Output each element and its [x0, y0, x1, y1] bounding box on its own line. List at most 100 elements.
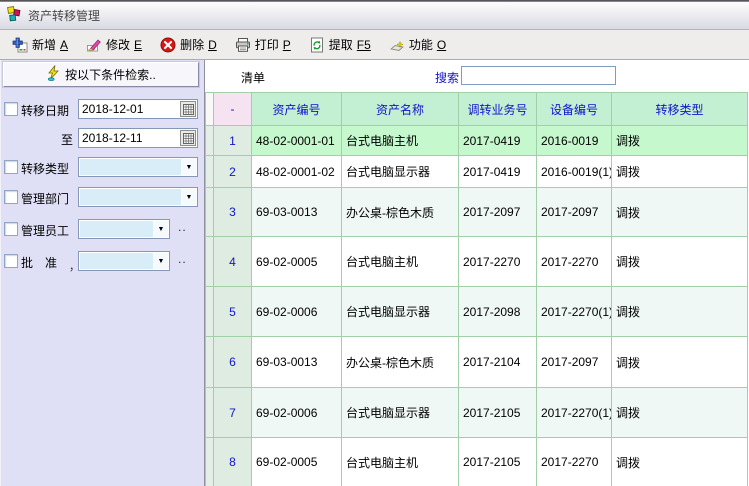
cell-asset_id[interactable]: 69-03-0013: [252, 188, 342, 237]
department-value: [80, 189, 181, 205]
table-row[interactable]: 669-03-0013办公桌-棕色木质2017-21042017-2097调拨: [206, 337, 748, 388]
table-row[interactable]: 769-02-0006台式电脑显示器2017-21052017-2270(1)调…: [206, 388, 748, 438]
cell-device_no[interactable]: 2017-2270: [537, 438, 612, 486]
print-icon: [235, 37, 251, 53]
cell-biz_no[interactable]: 2017-0419: [459, 126, 537, 156]
cell-asset_name[interactable]: 办公桌-棕色木质: [342, 188, 459, 237]
cell-asset_id[interactable]: 69-03-0013: [252, 337, 342, 388]
cell-asset_id[interactable]: 48-02-0001-01: [252, 126, 342, 156]
cell-asset_id[interactable]: 48-02-0001-02: [252, 156, 342, 188]
chevron-down-icon[interactable]: ▼: [154, 221, 168, 237]
asset-transfer-table: - 资产编号 资产名称 调转业务号 设备编号 转移类型 148-02-0001-…: [205, 92, 748, 486]
edit-button-label: 修改: [106, 36, 130, 53]
cell-biz_no[interactable]: 2017-2097: [459, 188, 537, 237]
approval-label: 批 准: [21, 254, 57, 271]
search-input[interactable]: [461, 66, 616, 85]
hotkey: A: [60, 38, 68, 52]
table-row[interactable]: 369-03-0013办公桌-棕色木质2017-20972017-2097调拨: [206, 188, 748, 237]
cell-device_no[interactable]: 2017-2270: [537, 237, 612, 287]
filter-row-date-to: 至: [0, 128, 204, 148]
cell-type[interactable]: 调拨: [612, 126, 748, 156]
cell-type[interactable]: 调拨: [612, 287, 748, 337]
employee-label: 管理员工: [21, 222, 69, 239]
chevron-down-icon[interactable]: ▼: [154, 253, 168, 269]
cell-num[interactable]: 5: [214, 287, 252, 337]
filter-sidebar: 按以下条件检索.. 转移日期 至: [0, 60, 205, 486]
cell-asset_name[interactable]: 办公桌-棕色木质: [342, 337, 459, 388]
cell-device_no[interactable]: 2017-2270(1): [537, 388, 612, 438]
cell-type[interactable]: 调拨: [612, 337, 748, 388]
cell-num[interactable]: 4: [214, 237, 252, 287]
col-header-device-no[interactable]: 设备编号: [537, 93, 612, 126]
department-dropdown[interactable]: ▼: [78, 187, 198, 207]
cell-asset_id[interactable]: 69-02-0005: [252, 438, 342, 486]
cell-device_no[interactable]: 2017-2097: [537, 188, 612, 237]
col-header-dash[interactable]: -: [214, 93, 252, 126]
delete-button[interactable]: 删除D: [153, 34, 224, 55]
extract-button[interactable]: 提取F5: [302, 34, 378, 55]
cell-num[interactable]: 8: [214, 438, 252, 486]
delete-icon: [160, 37, 176, 53]
approval-dropdown[interactable]: ▼: [78, 251, 170, 271]
cell-num[interactable]: 3: [214, 188, 252, 237]
cell-device_no[interactable]: 2017-2270(1): [537, 287, 612, 337]
cell-type[interactable]: 调拨: [612, 438, 748, 486]
cell-asset_name[interactable]: 台式电脑主机: [342, 438, 459, 486]
date-from-checkbox[interactable]: [4, 102, 18, 116]
search-by-criteria-button[interactable]: 按以下条件检索..: [3, 62, 199, 87]
cell-num[interactable]: 2: [214, 156, 252, 188]
cell-biz_no[interactable]: 2017-0419: [459, 156, 537, 188]
table-row[interactable]: 569-02-0006台式电脑显示器2017-20982017-2270(1)调…: [206, 287, 748, 337]
employee-dropdown[interactable]: ▼: [78, 219, 170, 239]
chevron-down-icon[interactable]: ▼: [182, 189, 196, 205]
add-button[interactable]: 新增A: [5, 34, 75, 55]
edit-button[interactable]: 修改E: [79, 34, 149, 55]
date-from-calendar-button[interactable]: [180, 101, 196, 117]
cell-device_no[interactable]: 2017-2097: [537, 337, 612, 388]
table-row[interactable]: 869-02-0005台式电脑主机2017-21052017-2270调拨: [206, 438, 748, 486]
cell-biz_no[interactable]: 2017-2105: [459, 438, 537, 486]
approval-browse-button[interactable]: ..: [178, 252, 187, 266]
cell-type[interactable]: 调拨: [612, 388, 748, 438]
col-header-biz-no[interactable]: 调转业务号: [459, 93, 537, 126]
employee-checkbox[interactable]: [4, 222, 18, 236]
cell-asset_id[interactable]: 69-02-0005: [252, 237, 342, 287]
record-selector-cell: [206, 126, 214, 156]
cell-biz_no[interactable]: 2017-2270: [459, 237, 537, 287]
table-row[interactable]: 148-02-0001-01台式电脑主机2017-04192016-0019调拨: [206, 126, 748, 156]
approval-checkbox[interactable]: [4, 254, 18, 268]
transfer-type-dropdown[interactable]: ▼: [78, 157, 198, 177]
cell-biz_no[interactable]: 2017-2098: [459, 287, 537, 337]
cell-device_no[interactable]: 2016-0019(1): [537, 156, 612, 188]
cell-num[interactable]: 1: [214, 126, 252, 156]
transfer-type-checkbox[interactable]: [4, 160, 18, 174]
date-to-calendar-button[interactable]: [180, 130, 196, 146]
cell-num[interactable]: 7: [214, 388, 252, 438]
cell-asset_id[interactable]: 69-02-0006: [252, 287, 342, 337]
cell-asset_id[interactable]: 69-02-0006: [252, 388, 342, 438]
department-checkbox[interactable]: [4, 190, 18, 204]
cell-type[interactable]: 调拨: [612, 188, 748, 237]
cell-device_no[interactable]: 2016-0019: [537, 126, 612, 156]
cell-type[interactable]: 调拨: [612, 237, 748, 287]
cell-asset_name[interactable]: 台式电脑主机: [342, 126, 459, 156]
cell-asset_name[interactable]: 台式电脑显示器: [342, 156, 459, 188]
cell-num[interactable]: 6: [214, 337, 252, 388]
cell-biz_no[interactable]: 2017-2105: [459, 388, 537, 438]
filter-row-employee: 管理员工 ▼ ..: [0, 219, 204, 239]
col-header-asset-id[interactable]: 资产编号: [252, 93, 342, 126]
print-button[interactable]: 打印P: [228, 34, 298, 55]
chevron-down-icon[interactable]: ▼: [182, 159, 196, 175]
cell-type[interactable]: 调拨: [612, 156, 748, 188]
cell-asset_name[interactable]: 台式电脑主机: [342, 237, 459, 287]
function-button[interactable]: 功能O: [382, 34, 453, 55]
cell-biz_no[interactable]: 2017-2104: [459, 337, 537, 388]
employee-browse-button[interactable]: ..: [178, 220, 187, 234]
table-row[interactable]: 248-02-0001-02台式电脑显示器2017-04192016-0019(…: [206, 156, 748, 188]
cell-asset_name[interactable]: 台式电脑显示器: [342, 287, 459, 337]
col-header-transfer-type[interactable]: 转移类型: [612, 93, 748, 126]
extract-icon: [309, 37, 325, 53]
col-header-asset-name[interactable]: 资产名称: [342, 93, 459, 126]
cell-asset_name[interactable]: 台式电脑显示器: [342, 388, 459, 438]
table-row[interactable]: 469-02-0005台式电脑主机2017-22702017-2270调拨: [206, 237, 748, 287]
